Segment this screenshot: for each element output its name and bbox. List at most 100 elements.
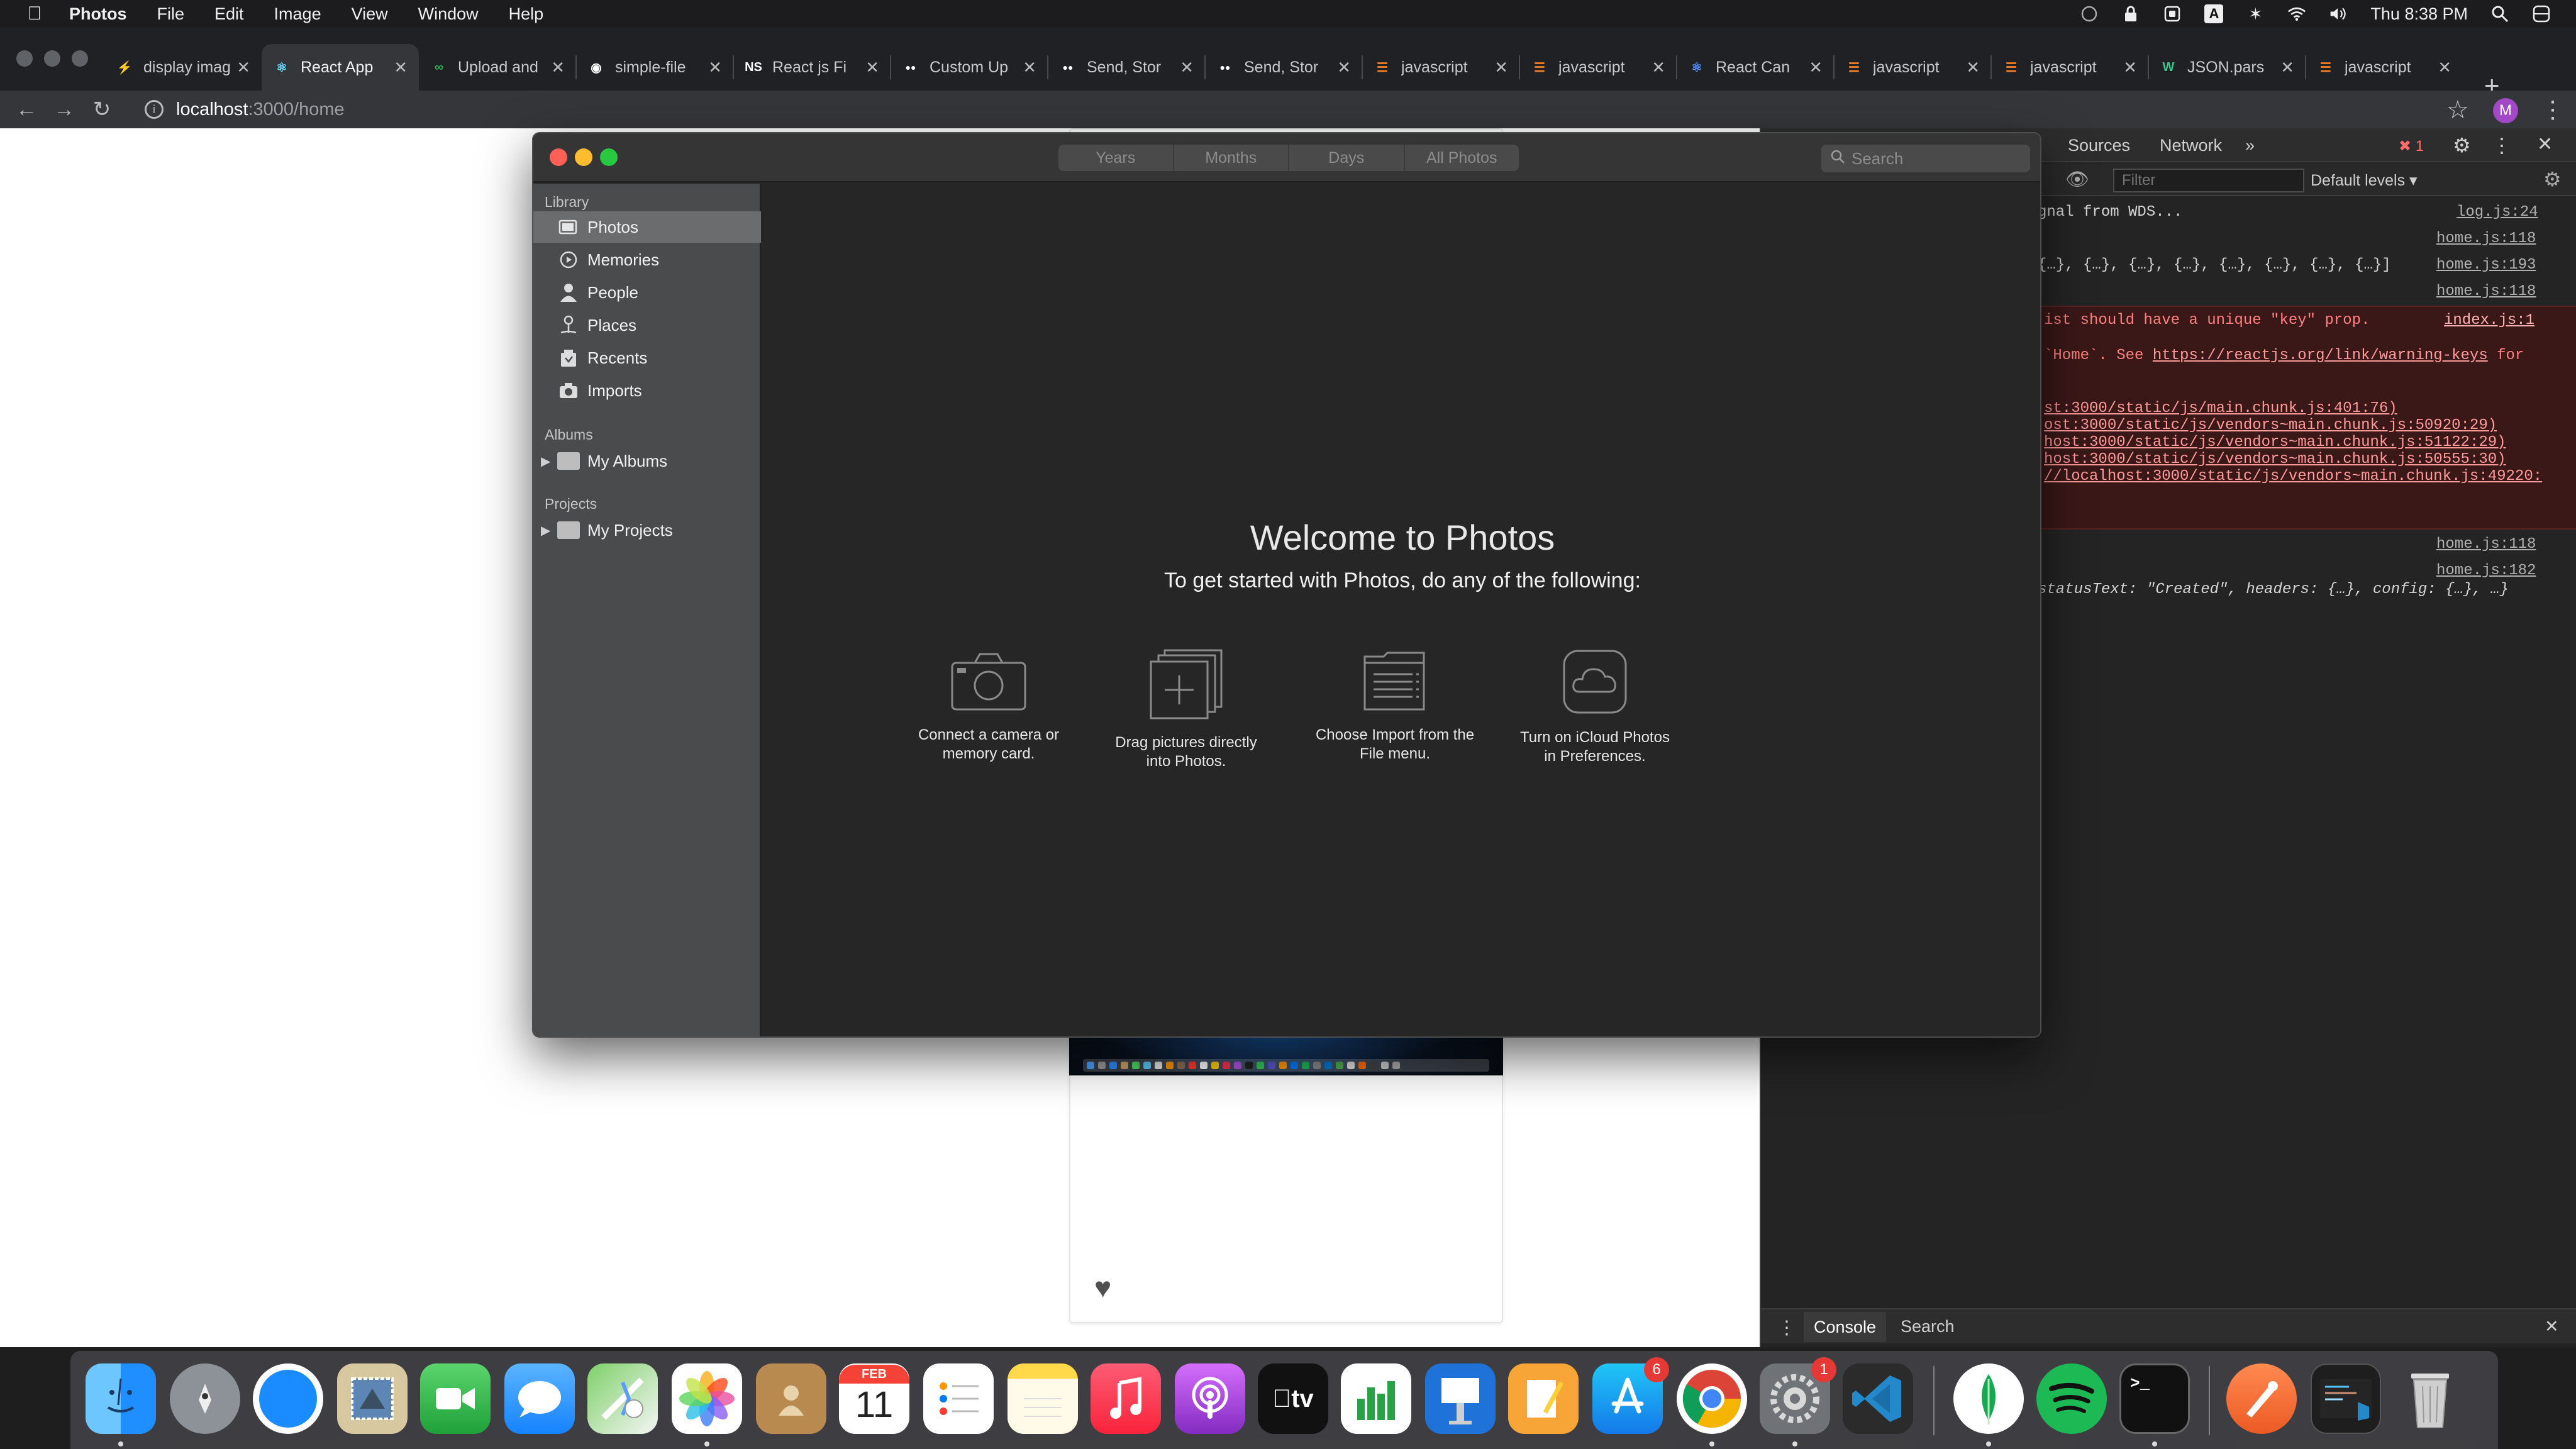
browser-tab[interactable]: ∞ Upload and ✕ — [419, 44, 576, 91]
zoom-window-button[interactable] — [72, 50, 88, 67]
clock[interactable]: Thu 8:38 PM — [2370, 4, 2468, 24]
sidebar-item-my-albums[interactable]: ▶ My Albums — [533, 445, 761, 477]
devtools-menu-icon[interactable]: ⋮ — [2492, 133, 2512, 157]
site-info-icon[interactable]: i — [145, 100, 164, 119]
messages-icon[interactable] — [504, 1363, 575, 1434]
devtools-tab-network[interactable]: Network — [2160, 136, 2222, 155]
terminal-icon[interactable]: >_ — [2119, 1363, 2190, 1434]
photos-zoom-button[interactable] — [600, 148, 618, 166]
drawer-close-icon[interactable]: ✕ — [2545, 1317, 2559, 1336]
drawer-tab-console[interactable]: Console — [1804, 1312, 1887, 1342]
log-source-link[interactable]: home.js:182 — [2436, 562, 2536, 579]
menu-app-photos[interactable]: Photos — [69, 4, 127, 24]
log-source-link[interactable]: log.js:24 — [2457, 204, 2538, 221]
segment-all-photos[interactable]: All Photos — [1405, 145, 1519, 171]
safari-icon[interactable] — [253, 1363, 323, 1434]
tab-close-icon[interactable]: ✕ — [2438, 58, 2451, 77]
browser-tab[interactable]: ⚛ React Can ✕ — [1677, 44, 1834, 91]
minimize-window-button[interactable] — [44, 50, 60, 67]
mongodb-compass-icon[interactable] — [1953, 1363, 2024, 1434]
tab-close-icon[interactable]: ✕ — [1966, 58, 1980, 77]
segment-days[interactable]: Days — [1289, 145, 1405, 171]
browser-tab[interactable]: NS React js Fi ✕ — [733, 44, 891, 91]
bookmark-star-icon[interactable]: ☆ — [2446, 96, 2469, 125]
recent-document-icon[interactable] — [2311, 1363, 2381, 1434]
spotlight-search-icon[interactable] — [2490, 4, 2509, 23]
tab-close-icon[interactable]: ✕ — [2123, 58, 2137, 77]
menu-window[interactable]: Window — [418, 4, 479, 24]
volume-icon[interactable] — [2329, 4, 2348, 23]
photos-close-button[interactable] — [550, 148, 567, 166]
tab-close-icon[interactable]: ✕ — [394, 58, 408, 77]
vscode-icon[interactable] — [1843, 1363, 1913, 1434]
stack-trace-link[interactable]: host:3000/static/js/vendors~main.chunk.j… — [2044, 451, 2506, 468]
apple-menu-icon[interactable]:  — [0, 3, 69, 25]
browser-tab[interactable]: ☰ javascript ✕ — [1991, 44, 2148, 91]
browser-tab[interactable]: ☰ javascript ✕ — [1362, 44, 1519, 91]
more-tabs-icon[interactable]: » — [2245, 136, 2255, 155]
contacts-icon[interactable] — [756, 1363, 826, 1434]
postman-icon[interactable] — [2226, 1363, 2297, 1434]
tab-close-icon[interactable]: ✕ — [1809, 58, 1823, 77]
tab-close-icon[interactable]: ✕ — [865, 58, 879, 77]
spotify-icon[interactable] — [2036, 1363, 2107, 1434]
siri-icon[interactable] — [2532, 4, 2551, 23]
menu-view[interactable]: View — [352, 4, 388, 24]
wifi-icon[interactable] — [2287, 4, 2306, 23]
sidebar-item-places[interactable]: Places — [533, 309, 761, 341]
drawer-tab-search[interactable]: Search — [1901, 1317, 1955, 1336]
menu-help[interactable]: Help — [509, 4, 544, 24]
photos-minimize-button[interactable] — [575, 148, 592, 166]
disclosure-triangle-icon[interactable]: ▶ — [541, 453, 550, 469]
moon-icon[interactable] — [2080, 4, 2099, 23]
input-source-icon[interactable]: A — [2204, 4, 2224, 23]
finder-icon[interactable] — [86, 1363, 156, 1434]
reminders-icon[interactable] — [923, 1363, 994, 1434]
chrome-menu-icon[interactable]: ⋮ — [2541, 96, 2565, 124]
sidebar-item-photos[interactable]: Photos — [533, 211, 761, 243]
tab-close-icon[interactable]: ✕ — [1023, 58, 1036, 77]
error-count-badge[interactable]: ✖ 1 — [2399, 137, 2424, 155]
tab-close-icon[interactable]: ✕ — [1180, 58, 1194, 77]
browser-tab[interactable]: ●● Send, Stor ✕ — [1205, 44, 1362, 91]
log-source-link[interactable]: home.js:193 — [2436, 257, 2536, 274]
back-button[interactable]: ← — [8, 91, 45, 128]
sidebar-item-recents[interactable]: Recents — [533, 342, 761, 374]
warning-keys-link[interactable]: https://reactjs.org/link/warning-keys — [2153, 347, 2488, 364]
keynote-icon[interactable] — [1425, 1363, 1496, 1434]
facetime-icon[interactable] — [420, 1363, 491, 1434]
stack-trace-link[interactable]: ost:3000/static/js/vendors~main.chunk.js… — [2044, 417, 2497, 434]
close-window-button[interactable] — [16, 50, 33, 67]
console-settings-icon[interactable]: ⚙ — [2543, 167, 2562, 191]
disclosure-triangle-icon[interactable]: ▶ — [541, 523, 550, 538]
tab-close-icon[interactable]: ✕ — [1337, 58, 1351, 77]
screen-icon[interactable] — [2163, 4, 2182, 23]
chrome-icon[interactable] — [1677, 1363, 1747, 1434]
notes-icon[interactable] — [1008, 1363, 1078, 1434]
segment-months[interactable]: Months — [1174, 145, 1289, 171]
tab-close-icon[interactable]: ✕ — [1494, 58, 1508, 77]
profile-avatar[interactable]: M — [2493, 98, 2518, 123]
menu-image[interactable]: Image — [274, 4, 321, 24]
browser-tab[interactable]: ◉ simple-file ✕ — [576, 44, 733, 91]
stack-trace-link[interactable]: //localhost:3000/static/js/vendors~main.… — [2044, 468, 2542, 485]
sidebar-item-people[interactable]: People — [533, 277, 761, 308]
devtools-settings-icon[interactable]: ⚙ — [2453, 133, 2471, 157]
launchpad-icon[interactable] — [170, 1363, 240, 1434]
tab-close-icon[interactable]: ✕ — [708, 58, 722, 77]
trash-icon[interactable] — [2395, 1363, 2465, 1434]
devtools-tab-sources[interactable]: Sources — [2068, 136, 2130, 155]
log-source-link[interactable]: home.js:118 — [2436, 283, 2536, 300]
error-source-link[interactable]: index.js:1 — [2444, 312, 2534, 329]
browser-tab[interactable]: ⚡ display image ✕ — [104, 44, 262, 91]
tab-close-icon[interactable]: ✕ — [1652, 58, 1665, 77]
tab-close-icon[interactable]: ✕ — [2280, 58, 2294, 77]
browser-tab[interactable]: ●● Custom Up ✕ — [891, 44, 1048, 91]
music-icon[interactable] — [1091, 1363, 1161, 1434]
reload-button[interactable]: ↻ — [83, 91, 121, 128]
browser-tab[interactable]: ☰ javascript ✕ — [1519, 44, 1677, 91]
browser-tab[interactable]: ☰ javascript ✕ — [1834, 44, 1991, 91]
mail-stamp-icon[interactable] — [337, 1363, 408, 1434]
calendar-icon[interactable]: FEB 11 — [839, 1363, 909, 1434]
menu-edit[interactable]: Edit — [214, 4, 244, 24]
